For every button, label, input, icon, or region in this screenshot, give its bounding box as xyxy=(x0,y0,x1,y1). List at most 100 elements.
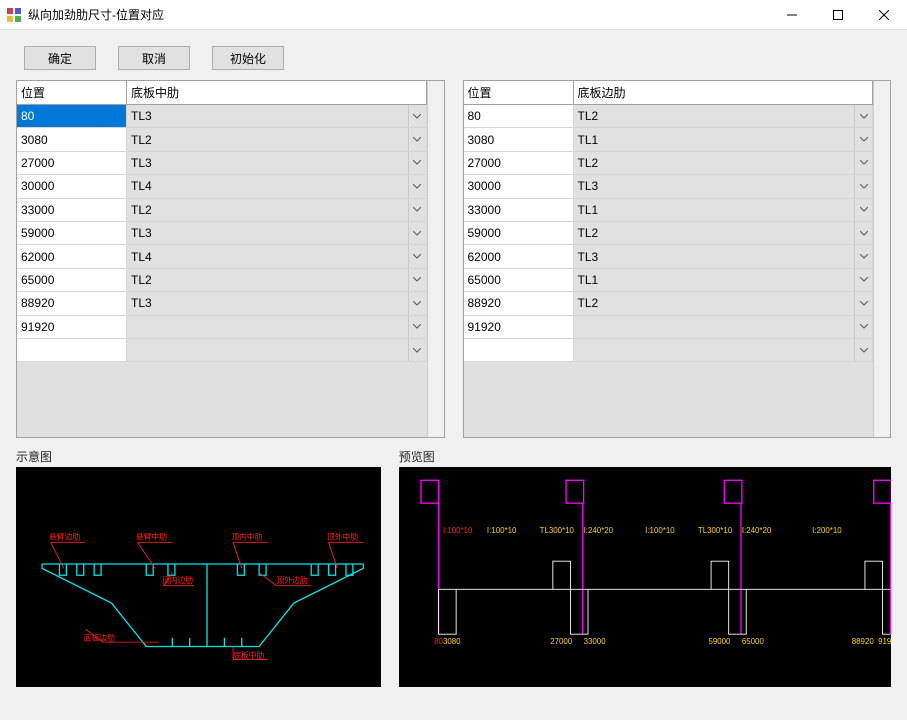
table-row: 80TL2 xyxy=(464,105,874,128)
minimize-button[interactable] xyxy=(769,0,815,30)
combo-value: TL2 xyxy=(574,223,855,243)
svg-text:顶内边肋: 顶内边肋 xyxy=(162,575,193,585)
combo-cell[interactable]: TL4 xyxy=(127,245,427,267)
right-header-pos[interactable]: 位置 xyxy=(464,81,574,105)
pos-cell[interactable] xyxy=(17,339,127,361)
pos-cell[interactable]: 91920 xyxy=(464,316,574,338)
table-row: 30000TL4 xyxy=(17,175,427,198)
ok-button[interactable]: 确定 xyxy=(24,46,96,70)
pos-cell[interactable] xyxy=(464,339,574,361)
chevron-down-icon[interactable] xyxy=(408,316,426,338)
combo-value: TL3 xyxy=(127,153,408,173)
combo-cell[interactable]: TL1 xyxy=(574,128,874,150)
chevron-down-icon[interactable] xyxy=(854,105,872,127)
combo-cell[interactable]: TL3 xyxy=(127,105,427,127)
init-button[interactable]: 初始化 xyxy=(212,46,284,70)
chevron-down-icon[interactable] xyxy=(408,222,426,244)
pos-cell[interactable]: 80 xyxy=(17,105,127,127)
combo-value: TL3 xyxy=(127,293,408,313)
combo-cell[interactable]: TL2 xyxy=(574,222,874,244)
pos-cell[interactable]: 88920 xyxy=(464,292,574,314)
table-row: 3080TL2 xyxy=(17,128,427,151)
right-header-val[interactable]: 底板边肋 xyxy=(574,81,874,105)
pos-cell[interactable]: 88920 xyxy=(17,292,127,314)
chevron-down-icon[interactable] xyxy=(408,128,426,150)
preview-canvas: I:100*10 I:100*10 TL300*10 I:240*20 I:10… xyxy=(399,467,891,687)
chevron-down-icon[interactable] xyxy=(408,152,426,174)
combo-cell[interactable]: TL3 xyxy=(574,175,874,197)
chevron-down-icon[interactable] xyxy=(854,199,872,221)
combo-value: TL4 xyxy=(127,247,408,267)
combo-cell[interactable] xyxy=(574,316,874,338)
chevron-down-icon[interactable] xyxy=(854,222,872,244)
right-scrollbar[interactable] xyxy=(873,81,890,437)
chevron-down-icon[interactable] xyxy=(854,152,872,174)
combo-cell[interactable] xyxy=(574,339,874,361)
pos-cell[interactable]: 3080 xyxy=(464,128,574,150)
pos-cell[interactable]: 27000 xyxy=(17,152,127,174)
chevron-down-icon[interactable] xyxy=(854,269,872,291)
pos-cell[interactable]: 65000 xyxy=(464,269,574,291)
chevron-down-icon[interactable] xyxy=(408,339,426,361)
svg-text:I:200*10: I:200*10 xyxy=(812,526,842,535)
svg-text:悬臂中肋: 悬臂中肋 xyxy=(136,532,167,542)
pos-cell[interactable]: 33000 xyxy=(464,199,574,221)
pos-cell[interactable]: 59000 xyxy=(464,222,574,244)
combo-cell[interactable]: TL2 xyxy=(574,152,874,174)
table-row: 62000TL3 xyxy=(464,245,874,268)
combo-cell[interactable]: TL3 xyxy=(574,245,874,267)
chevron-down-icon[interactable] xyxy=(408,105,426,127)
pos-cell[interactable]: 30000 xyxy=(464,175,574,197)
combo-cell[interactable]: TL3 xyxy=(127,292,427,314)
combo-cell[interactable]: TL3 xyxy=(127,222,427,244)
pos-cell[interactable]: 80 xyxy=(464,105,574,127)
combo-cell[interactable]: TL2 xyxy=(127,269,427,291)
combo-cell[interactable]: TL1 xyxy=(574,269,874,291)
svg-text:I:100*10: I:100*10 xyxy=(443,526,473,535)
table-row: 27000TL2 xyxy=(464,152,874,175)
table-row: 30000TL3 xyxy=(464,175,874,198)
schematic-canvas: 悬臂边肋 悬臂中肋 顶内中肋 顶外中肋 顶内边肋 顶外边肋 底板边肋 底板中肋 xyxy=(16,467,381,687)
table-row: 62000TL4 xyxy=(17,245,427,268)
pos-cell[interactable]: 3080 xyxy=(17,128,127,150)
combo-cell[interactable]: TL3 xyxy=(127,152,427,174)
left-scrollbar[interactable] xyxy=(427,81,444,437)
combo-cell[interactable] xyxy=(127,339,427,361)
combo-cell[interactable]: TL2 xyxy=(127,128,427,150)
left-header-val[interactable]: 底板中肋 xyxy=(127,81,427,105)
combo-value: TL1 xyxy=(574,270,855,290)
combo-cell[interactable]: TL2 xyxy=(574,292,874,314)
chevron-down-icon[interactable] xyxy=(408,269,426,291)
combo-cell[interactable]: TL1 xyxy=(574,199,874,221)
combo-cell[interactable]: TL2 xyxy=(574,105,874,127)
chevron-down-icon[interactable] xyxy=(408,245,426,267)
cancel-button[interactable]: 取消 xyxy=(118,46,190,70)
table-row: 65000TL2 xyxy=(17,269,427,292)
pos-cell[interactable]: 91920 xyxy=(17,316,127,338)
chevron-down-icon[interactable] xyxy=(854,245,872,267)
combo-value: TL2 xyxy=(574,106,855,126)
chevron-down-icon[interactable] xyxy=(854,175,872,197)
combo-cell[interactable] xyxy=(127,316,427,338)
chevron-down-icon[interactable] xyxy=(408,175,426,197)
chevron-down-icon[interactable] xyxy=(854,316,872,338)
combo-cell[interactable]: TL2 xyxy=(127,199,427,221)
combo-value xyxy=(574,324,855,330)
pos-cell[interactable]: 62000 xyxy=(464,245,574,267)
pos-cell[interactable]: 59000 xyxy=(17,222,127,244)
chevron-down-icon[interactable] xyxy=(408,292,426,314)
chevron-down-icon[interactable] xyxy=(854,292,872,314)
combo-cell[interactable]: TL4 xyxy=(127,175,427,197)
close-button[interactable] xyxy=(861,0,907,30)
pos-cell[interactable]: 65000 xyxy=(17,269,127,291)
combo-value xyxy=(574,347,855,353)
pos-cell[interactable]: 62000 xyxy=(17,245,127,267)
chevron-down-icon[interactable] xyxy=(854,339,872,361)
maximize-button[interactable] xyxy=(815,0,861,30)
left-header-pos[interactable]: 位置 xyxy=(17,81,127,105)
chevron-down-icon[interactable] xyxy=(854,128,872,150)
pos-cell[interactable]: 33000 xyxy=(17,199,127,221)
chevron-down-icon[interactable] xyxy=(408,199,426,221)
pos-cell[interactable]: 30000 xyxy=(17,175,127,197)
pos-cell[interactable]: 27000 xyxy=(464,152,574,174)
